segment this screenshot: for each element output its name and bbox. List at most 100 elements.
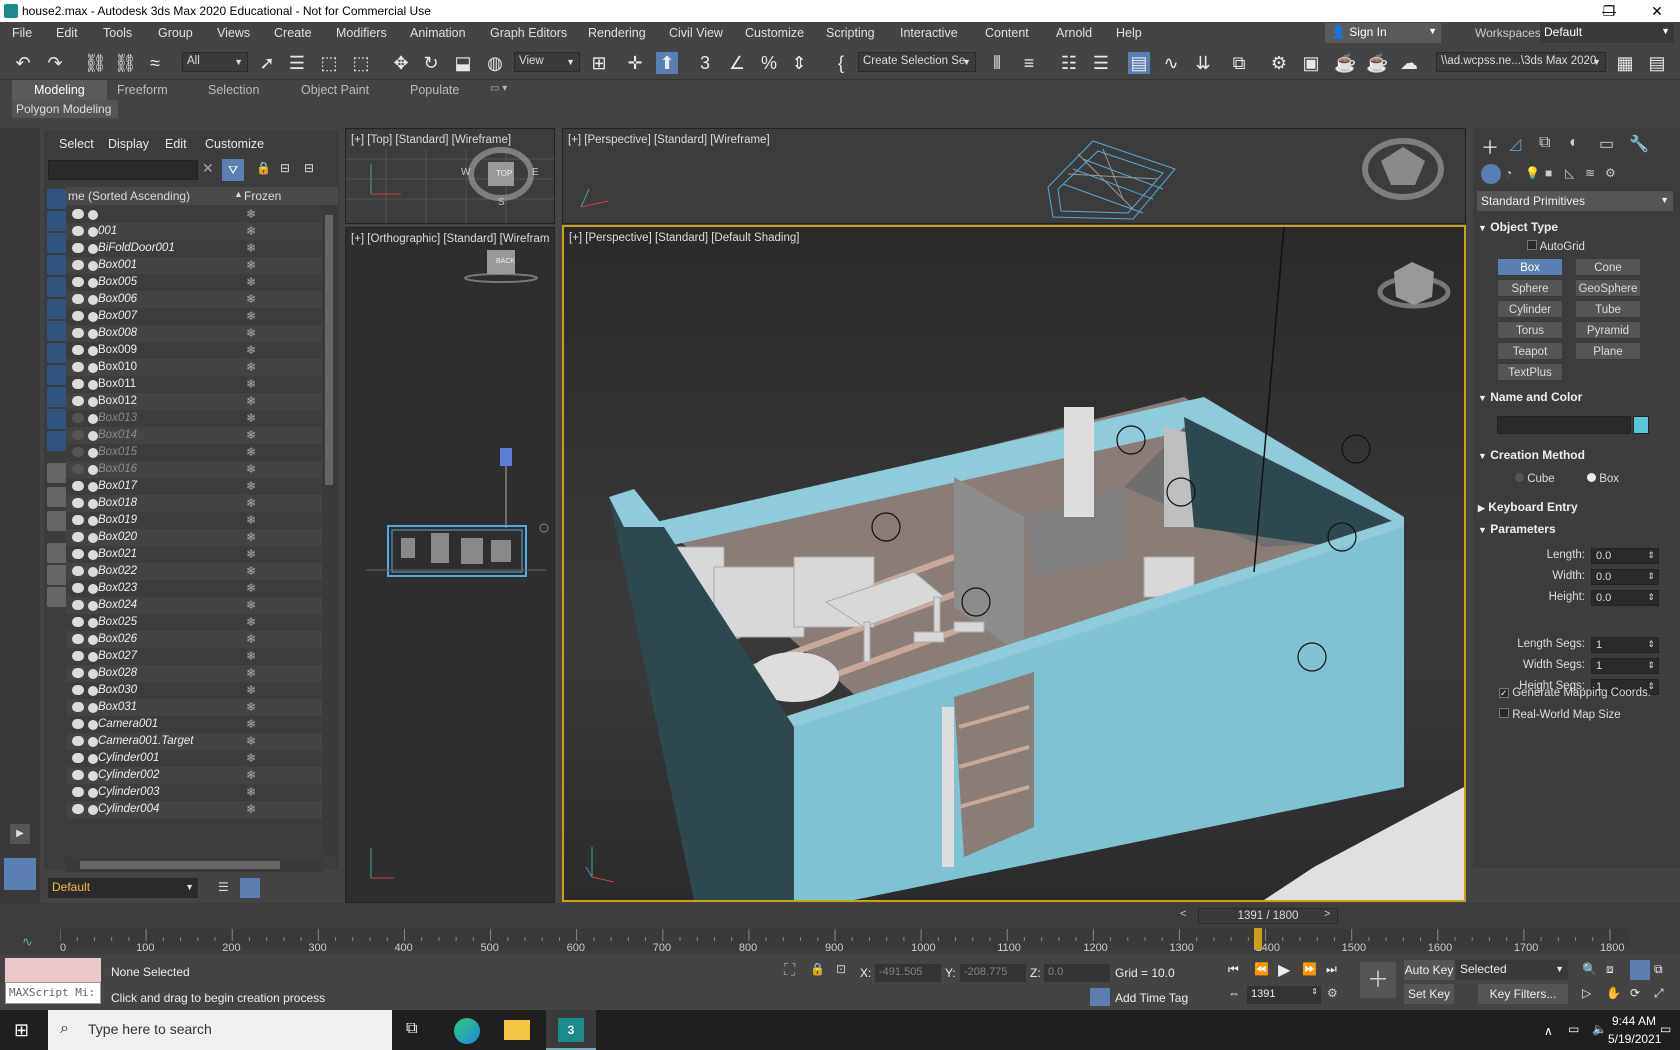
next-frame-arrow-icon[interactable]: > bbox=[1324, 908, 1330, 920]
renderable-icon[interactable] bbox=[88, 703, 98, 713]
geometry-category-icon[interactable] bbox=[1481, 164, 1501, 184]
renderable-icon[interactable] bbox=[88, 414, 98, 424]
layer-select[interactable]: Default ▼ bbox=[48, 878, 198, 898]
freeze-icon[interactable]: ❄ bbox=[246, 496, 256, 510]
visibility-eye-icon[interactable] bbox=[72, 549, 84, 559]
freeze-icon[interactable]: ❄ bbox=[246, 802, 256, 816]
helper-filter-icon[interactable] bbox=[47, 277, 67, 297]
parameters-rollout[interactable]: ▼ Parameters bbox=[1478, 522, 1676, 542]
primitive-torus-button[interactable]: Torus bbox=[1497, 321, 1563, 339]
tab-object-paint[interactable]: Object Paint bbox=[301, 83, 369, 97]
visibility-eye-icon[interactable] bbox=[72, 617, 84, 627]
hidden-filter-icon[interactable] bbox=[47, 431, 67, 451]
renderable-icon[interactable] bbox=[88, 601, 98, 611]
bind-space-warp-icon[interactable]: ≈ bbox=[144, 52, 166, 74]
go-to-start-icon[interactable]: ⏮ bbox=[1228, 962, 1239, 977]
list-item[interactable]: Box009 ❄ bbox=[66, 342, 324, 360]
visibility-eye-icon[interactable] bbox=[72, 719, 84, 729]
layers-icon[interactable]: ☰ bbox=[218, 880, 229, 894]
hierarchy-icon[interactable]: ⊟ bbox=[280, 161, 290, 175]
spacewarp-filter-icon[interactable] bbox=[47, 299, 67, 319]
renderable-icon[interactable] bbox=[88, 380, 98, 390]
select-object-icon[interactable]: ➚ bbox=[256, 52, 278, 74]
freeze-icon[interactable]: ❄ bbox=[246, 394, 256, 408]
container-filter-icon[interactable] bbox=[47, 387, 67, 407]
visibility-eye-icon[interactable] bbox=[72, 447, 84, 457]
renderable-icon[interactable] bbox=[88, 363, 98, 373]
taskbar-search-input[interactable]: ⌕ Type here to search bbox=[48, 1010, 392, 1050]
volume-icon[interactable]: 🔈 bbox=[1592, 1022, 1607, 1036]
3ds-max-taskbar-icon[interactable]: 3 bbox=[546, 1010, 596, 1050]
workspace-select[interactable]: Default ▼ bbox=[1540, 23, 1674, 43]
timeline-track[interactable] bbox=[60, 929, 1630, 949]
angle-snap-icon[interactable]: ∠ bbox=[726, 52, 748, 74]
primitive-geosphere-button[interactable]: GeoSphere bbox=[1575, 279, 1641, 297]
menu-views[interactable]: Views bbox=[217, 26, 250, 40]
list-item[interactable]: Box026 ❄ bbox=[66, 631, 324, 649]
file-explorer-icon[interactable] bbox=[504, 1020, 530, 1040]
renderable-icon[interactable] bbox=[88, 346, 98, 356]
keyboard-shortcut-override-icon[interactable]: ⬆ bbox=[656, 52, 678, 74]
project-settings-icon[interactable]: ▤ bbox=[1646, 52, 1668, 74]
list-item[interactable]: Box010 ❄ bbox=[66, 359, 324, 377]
keyboard-entry-rollout[interactable]: ▶ Keyboard Entry bbox=[1478, 500, 1676, 520]
time-tag-icon[interactable] bbox=[1090, 988, 1110, 1006]
renderable-icon[interactable] bbox=[88, 720, 98, 730]
visibility-eye-icon[interactable] bbox=[72, 396, 84, 406]
scrollbar-thumb[interactable] bbox=[80, 861, 280, 869]
previous-frame-icon[interactable]: ⏪ bbox=[1254, 962, 1269, 976]
renderable-icon[interactable] bbox=[88, 329, 98, 339]
visibility-eye-icon[interactable] bbox=[72, 209, 84, 219]
visibility-eye-icon[interactable] bbox=[72, 328, 84, 338]
list-item[interactable]: Box012 ❄ bbox=[66, 393, 324, 411]
freeze-icon[interactable]: ❄ bbox=[246, 462, 256, 476]
explorer-menu-edit[interactable]: Edit bbox=[165, 137, 187, 151]
orbit-icon[interactable]: ⟳ bbox=[1630, 986, 1640, 1000]
named-selection-select[interactable]: Create Selection Se ▼ bbox=[858, 52, 976, 72]
explorer-menu-customize[interactable]: Customize bbox=[205, 137, 264, 151]
list-item[interactable]: Cylinder003 ❄ bbox=[66, 784, 324, 802]
redo-icon[interactable]: ↷ bbox=[44, 52, 66, 74]
filter-icon[interactable]: ⛛ bbox=[222, 159, 244, 181]
renderable-icon[interactable] bbox=[88, 244, 98, 254]
visibility-eye-icon[interactable] bbox=[72, 583, 84, 593]
display-tab-icon[interactable]: ▭ bbox=[1599, 134, 1614, 154]
list-item[interactable]: Box017 ❄ bbox=[66, 478, 324, 496]
layer-explorer-icon[interactable]: ☰ bbox=[1090, 52, 1112, 74]
menu-customize[interactable]: Customize bbox=[745, 26, 804, 40]
renderable-icon[interactable] bbox=[88, 584, 98, 594]
list-item[interactable]: Box019 ❄ bbox=[66, 512, 324, 530]
primitive-cone-button[interactable]: Cone bbox=[1575, 258, 1641, 276]
visibility-eye-icon[interactable] bbox=[72, 379, 84, 389]
spinner-snap-icon[interactable]: ⇕ bbox=[788, 52, 810, 74]
list-item[interactable]: BiFoldDoor001 ❄ bbox=[66, 240, 324, 258]
object-name-input[interactable] bbox=[1497, 416, 1631, 434]
freeze-icon[interactable]: ❄ bbox=[246, 241, 256, 255]
menu-edit[interactable]: Edit bbox=[56, 26, 78, 40]
sort-by-hierarchy-icon[interactable] bbox=[240, 878, 260, 898]
freeze-icon[interactable]: ❄ bbox=[246, 513, 256, 527]
funnel-selected-icon[interactable] bbox=[47, 565, 67, 585]
name-column-header[interactable]: me (Sorted Ascending) bbox=[68, 189, 190, 203]
zoom-all-icon[interactable]: ⧈ bbox=[1606, 962, 1614, 977]
cameras-category-icon[interactable]: ■ bbox=[1545, 166, 1552, 180]
current-frame-marker[interactable] bbox=[1253, 928, 1262, 950]
primitive-type-select[interactable]: Standard Primitives ▼ bbox=[1477, 191, 1673, 211]
real-world-map-checkbox[interactable]: Real-World Map Size bbox=[1499, 708, 1621, 721]
render-icon[interactable]: ☕ bbox=[1334, 52, 1356, 74]
freeze-icon[interactable]: ❄ bbox=[246, 326, 256, 340]
list-item[interactable]: Box027 ❄ bbox=[66, 648, 324, 666]
explorer-horizontal-scrollbar[interactable] bbox=[66, 858, 324, 872]
time-configuration-icon[interactable]: ⚙ bbox=[1327, 986, 1338, 1000]
list-item[interactable]: Box011 ❄ bbox=[66, 376, 324, 394]
frozen-filter-icon[interactable] bbox=[47, 409, 67, 429]
freeze-icon[interactable]: ❄ bbox=[246, 700, 256, 714]
polygon-modeling-panel[interactable]: Polygon Modeling bbox=[12, 100, 118, 118]
explorer-menu-select[interactable]: Select bbox=[59, 137, 94, 151]
menu-content[interactable]: Content bbox=[985, 26, 1029, 40]
renderable-icon[interactable] bbox=[88, 533, 98, 543]
next-frame-icon[interactable]: ⏩ bbox=[1302, 962, 1317, 976]
shapes-category-icon[interactable]: ◔ bbox=[1505, 166, 1512, 180]
reference-coordinate-select[interactable]: View ▼ bbox=[514, 52, 580, 72]
viewcube-back-face[interactable]: BACK bbox=[496, 258, 515, 265]
